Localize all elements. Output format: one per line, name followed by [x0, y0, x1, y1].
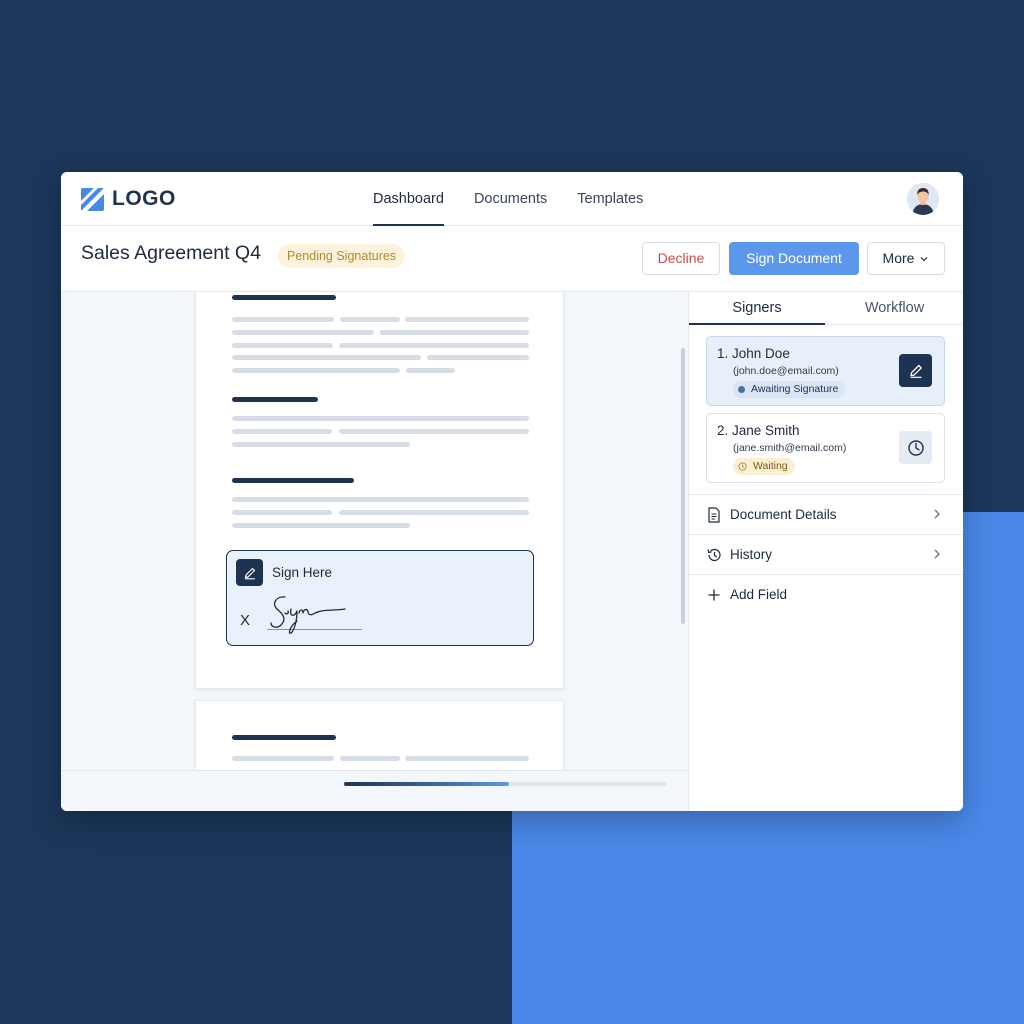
document-details-row[interactable]: Document Details — [689, 494, 963, 534]
more-button-label: More — [882, 250, 915, 266]
signer-number: 2. — [717, 423, 729, 438]
sign-action-button[interactable] — [899, 354, 932, 387]
add-field-row[interactable]: Add Field — [689, 574, 963, 614]
more-button[interactable]: More — [867, 242, 945, 275]
document-details-label: Document Details — [730, 507, 837, 522]
text-placeholder — [232, 478, 354, 483]
signer-status-text: Waiting — [753, 460, 788, 472]
clock-icon — [738, 462, 747, 471]
sign-field-label: Sign Here — [272, 565, 333, 580]
signer-email: (john.doe@email.com) — [733, 365, 839, 377]
signer-number: 1. — [717, 346, 729, 361]
text-placeholder — [232, 523, 410, 528]
nav-dashboard[interactable]: Dashboard — [361, 172, 456, 226]
signer-name-text: Jane Smith — [732, 423, 800, 438]
text-placeholder — [232, 497, 529, 502]
text-placeholder — [232, 317, 334, 322]
sign-document-button[interactable]: Sign Document — [729, 242, 859, 275]
app-window: LOGO Dashboard Documents Templates Sales… — [61, 172, 963, 811]
nav-documents[interactable]: Documents — [462, 172, 559, 226]
user-avatar-icon — [907, 183, 939, 215]
horizontal-scrollbar[interactable] — [344, 782, 667, 786]
logo-mark-icon — [81, 187, 104, 211]
chevron-right-icon — [934, 549, 940, 559]
text-placeholder — [340, 317, 400, 322]
text-placeholder — [339, 343, 529, 348]
top-navigation: LOGO Dashboard Documents Templates — [61, 172, 963, 226]
text-placeholder — [405, 756, 529, 761]
decline-button[interactable]: Decline — [642, 242, 720, 275]
sign-field-marker: X — [240, 612, 251, 629]
text-placeholder — [405, 317, 529, 322]
status-dot-icon — [738, 386, 745, 393]
text-placeholder — [232, 355, 421, 360]
text-placeholder — [232, 343, 333, 348]
text-placeholder — [232, 330, 374, 335]
signer-status-text: Awaiting Signature — [751, 383, 839, 395]
signer-email: (jane.smith@email.com) — [733, 442, 847, 454]
history-label: History — [730, 547, 773, 562]
signer-card[interactable]: 1. John Doe (john.doe@email.com) Awaitin… — [706, 336, 945, 406]
signers-panel: Signers Workflow 1. John Doe (john.doe@e… — [688, 292, 963, 811]
handwritten-signature — [270, 596, 346, 634]
vertical-scrollbar[interactable] — [681, 348, 685, 624]
tab-signers[interactable]: Signers — [689, 292, 825, 325]
text-placeholder — [339, 510, 529, 515]
signer-name-text: John Doe — [732, 346, 790, 361]
pen-icon — [909, 364, 922, 378]
scrollbar-thumb[interactable] — [344, 782, 509, 786]
document-header: Sales Agreement Q4 Pending Signatures De… — [61, 226, 963, 292]
text-placeholder — [232, 510, 332, 515]
signature-field[interactable]: Sign Here X — [226, 550, 534, 646]
text-placeholder — [406, 368, 455, 373]
text-placeholder — [232, 368, 400, 373]
tab-workflow[interactable]: Workflow — [825, 292, 963, 325]
panel-tabs: Signers Workflow — [689, 292, 963, 325]
clock-icon — [907, 439, 924, 456]
signer-status-badge: Awaiting Signature — [733, 381, 846, 398]
document-page: Sign Here X — [195, 292, 564, 689]
page-title: Sales Agreement Q4 — [81, 242, 261, 264]
text-placeholder — [339, 429, 529, 434]
pending-status-button[interactable] — [899, 431, 932, 464]
text-placeholder — [427, 355, 529, 360]
text-placeholder — [380, 330, 529, 335]
status-badge: Pending Signatures — [278, 244, 406, 268]
horizontal-scroll-area — [61, 770, 688, 811]
history-icon — [706, 547, 722, 563]
text-placeholder — [232, 442, 410, 447]
document-icon — [706, 506, 722, 523]
plus-icon — [706, 587, 722, 603]
add-field-label: Add Field — [730, 587, 788, 602]
document-viewer[interactable]: Sign Here X — [61, 292, 688, 811]
text-placeholder — [232, 397, 318, 402]
signer-status-badge: Waiting — [733, 458, 795, 475]
signer-card[interactable]: 2. Jane Smith (jane.smith@email.com) Wai… — [706, 413, 945, 483]
text-placeholder — [232, 735, 336, 740]
text-placeholder — [340, 756, 400, 761]
text-placeholder — [232, 429, 332, 434]
signer-name: 2. Jane Smith — [717, 423, 800, 438]
nav-templates[interactable]: Templates — [565, 172, 655, 226]
logo-text: LOGO — [112, 187, 176, 210]
text-placeholder — [232, 756, 334, 761]
text-placeholder — [232, 295, 336, 300]
chevron-right-icon — [934, 509, 940, 519]
avatar[interactable] — [907, 183, 939, 215]
pen-icon — [244, 567, 255, 579]
text-placeholder — [232, 416, 529, 421]
chevron-down-icon — [920, 257, 928, 262]
main-nav: Dashboard Documents Templates — [361, 172, 661, 226]
signer-name: 1. John Doe — [717, 346, 790, 361]
history-row[interactable]: History — [689, 534, 963, 574]
sign-field-icon-box — [236, 559, 263, 586]
logo[interactable]: LOGO — [81, 186, 176, 212]
